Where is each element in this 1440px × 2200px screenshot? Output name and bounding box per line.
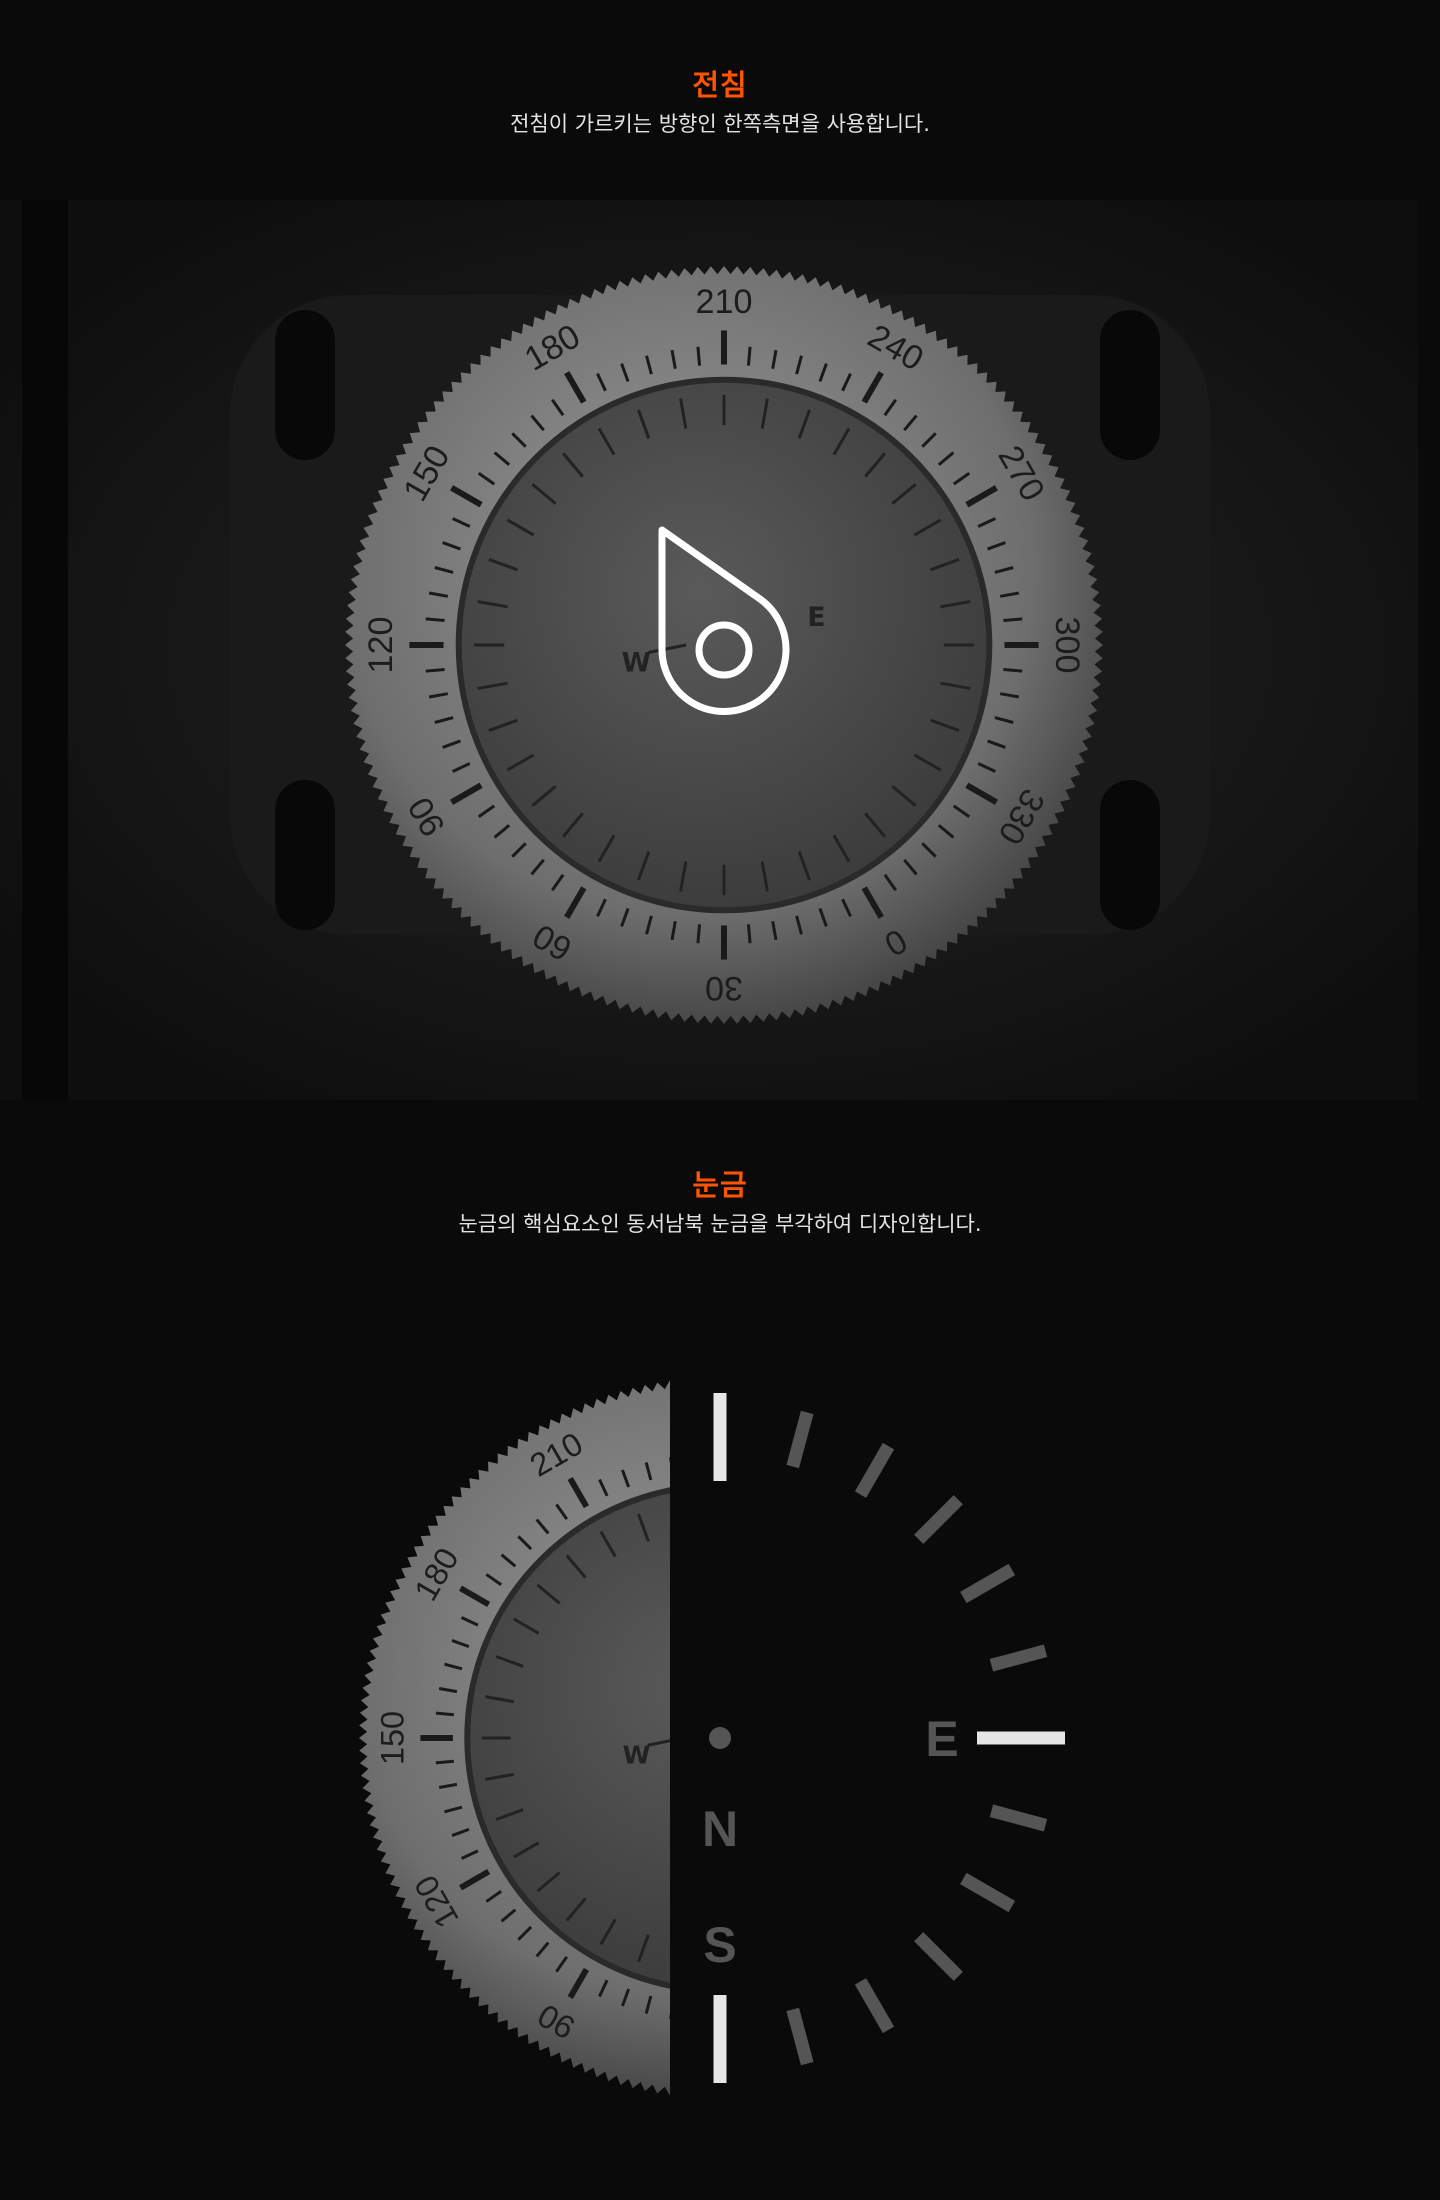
bezel-tick [766, 2001, 769, 2019]
bezel-tick [925, 1910, 939, 1922]
dial-tick [679, 1503, 684, 1531]
east-label: E [925, 1711, 958, 1767]
dial-east-letter: E [799, 1697, 816, 1726]
bezel-tick [939, 1891, 954, 1901]
bezel-tick [695, 2004, 697, 2022]
compass-scale-graphic: 2102402703003300306090120150180WE N E S [359, 1380, 1065, 2096]
bezel-tick [746, 346, 752, 366]
bezel-tick [833, 1980, 841, 1996]
dial-east-letter: E [807, 602, 825, 633]
bezel-tick [971, 1640, 988, 1646]
dial-tick [901, 1619, 926, 1633]
minor-tick [786, 2007, 814, 2066]
bezel-tick [873, 1504, 883, 1519]
dial-tick [917, 1657, 944, 1667]
bezel-tick [766, 1457, 769, 1475]
minor-tick [914, 1495, 963, 1544]
bezel-tick [892, 1520, 904, 1534]
bezel-tick [425, 617, 445, 623]
bezel-tick [983, 1784, 1001, 1787]
dial-tick [825, 1532, 839, 1557]
dial-tick [917, 1810, 944, 1820]
dial-tick [792, 1935, 802, 1962]
south-label: S [703, 1917, 736, 1973]
bezel-tick [743, 1454, 745, 1472]
minor-tick [854, 1442, 895, 1498]
dial-tick [855, 1555, 874, 1577]
section-title: 전침 [692, 68, 748, 102]
bezel-tick [983, 1688, 1001, 1691]
bezel-number: 210 [696, 283, 753, 321]
bezel-number: 120 [362, 617, 400, 674]
bezel-tick [696, 346, 702, 366]
bezel-tick [925, 1555, 939, 1567]
bezel-tick [435, 1759, 455, 1765]
section-title: 눈금 [692, 1168, 748, 1202]
minor-tick [854, 1978, 895, 2034]
dial-tick [901, 1843, 926, 1857]
dial-west-letter: W [623, 1740, 651, 1769]
bezel-tick [986, 1761, 1004, 1763]
minor-tick [989, 1644, 1048, 1672]
bezel-tick [743, 2004, 745, 2022]
minor-tick [989, 1804, 1048, 1832]
dial-tick [679, 1944, 684, 1972]
bezel-tick [873, 1957, 883, 1972]
bezel-number: 30 [705, 969, 743, 1007]
bezel-tick [962, 1617, 978, 1625]
bezel-tick [669, 1457, 670, 1464]
bezel-tick [1003, 617, 1023, 623]
dial-tick [926, 1697, 954, 1702]
bezel-tick [811, 1989, 817, 2006]
bezel-tick [811, 1470, 817, 1487]
bezel-tick [986, 1713, 1004, 1715]
section-description: 전침이 가르키는 방향인 한쪽측면을 사용합니다. [510, 112, 930, 136]
dial-tick [792, 1514, 802, 1541]
minor-tick [786, 1410, 814, 1469]
bezel-number: 300 [1048, 617, 1086, 674]
compass-photo-with-needle: 2102402703003300306090120150180WE [0, 200, 1440, 1100]
bezel-tick [696, 924, 702, 944]
bezel-tick [833, 1480, 841, 1496]
dial-tick [756, 1503, 761, 1531]
dial-tick [756, 1944, 761, 1972]
bezel-tick [971, 1829, 988, 1835]
dial-tick [880, 1873, 902, 1892]
section-description: 눈금의 핵심요소인 동서남북 눈금을 부각하여 디자인합니다. [458, 1212, 982, 1236]
bezel-tick [425, 667, 445, 673]
minor-tick [960, 1872, 1016, 1913]
bezel-tick [939, 1574, 954, 1584]
bezel-tick [695, 1454, 697, 1472]
dial-tick [880, 1585, 902, 1604]
bezel-tick [1003, 667, 1023, 673]
bezel-tick [892, 1943, 904, 1957]
minor-tick [914, 1932, 963, 1981]
bezel-tick [669, 2012, 670, 2019]
compass-dial [455, 376, 993, 914]
dial-tick [926, 1774, 954, 1779]
minor-tick [960, 1563, 1016, 1604]
bezel-number: 150 [375, 1711, 411, 1765]
bezel-tick [746, 924, 752, 944]
dial-west-letter: W [622, 648, 651, 679]
bezel-tick [962, 1851, 978, 1859]
dial-tick [825, 1919, 839, 1944]
dial-tick [855, 1898, 874, 1920]
north-label: N [702, 1801, 738, 1857]
center-dot [709, 1727, 731, 1749]
bezel-tick [435, 1711, 455, 1717]
